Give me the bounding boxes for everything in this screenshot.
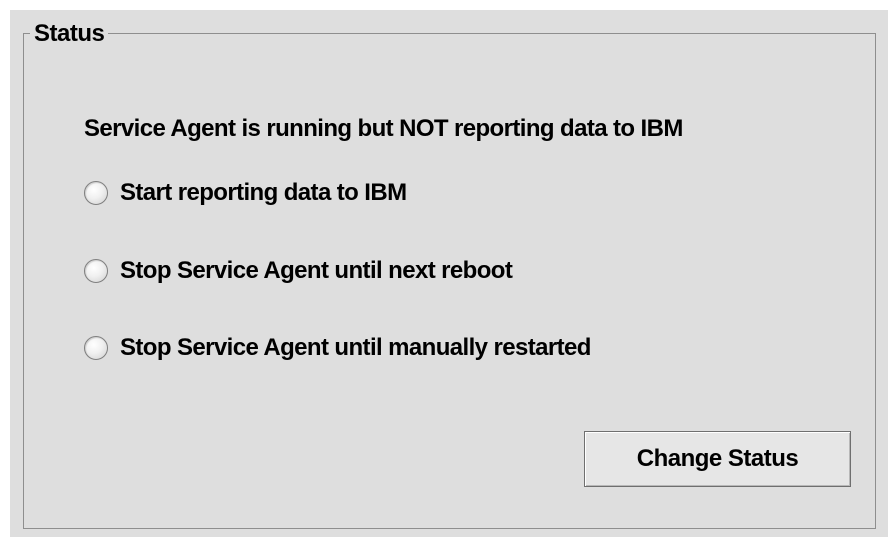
radio-option-label[interactable]: Stop Service Agent until manually restar…: [120, 333, 591, 363]
radio-option-stop-until-reboot[interactable]: Stop Service Agent until next reboot: [84, 256, 513, 286]
radio-option-start-reporting[interactable]: Start reporting data to IBM: [84, 178, 407, 208]
radio-button-icon[interactable]: [84, 259, 108, 283]
radio-button-icon[interactable]: [84, 336, 108, 360]
radio-option-label[interactable]: Stop Service Agent until next reboot: [120, 256, 513, 286]
radio-option-stop-until-restart[interactable]: Stop Service Agent until manually restar…: [84, 333, 591, 363]
radio-button-icon[interactable]: [84, 181, 108, 205]
status-message: Service Agent is running but NOT reporti…: [84, 115, 683, 142]
radio-option-label[interactable]: Start reporting data to IBM: [120, 178, 407, 208]
change-status-button[interactable]: Change Status: [584, 431, 851, 487]
group-title: Status: [30, 20, 109, 48]
